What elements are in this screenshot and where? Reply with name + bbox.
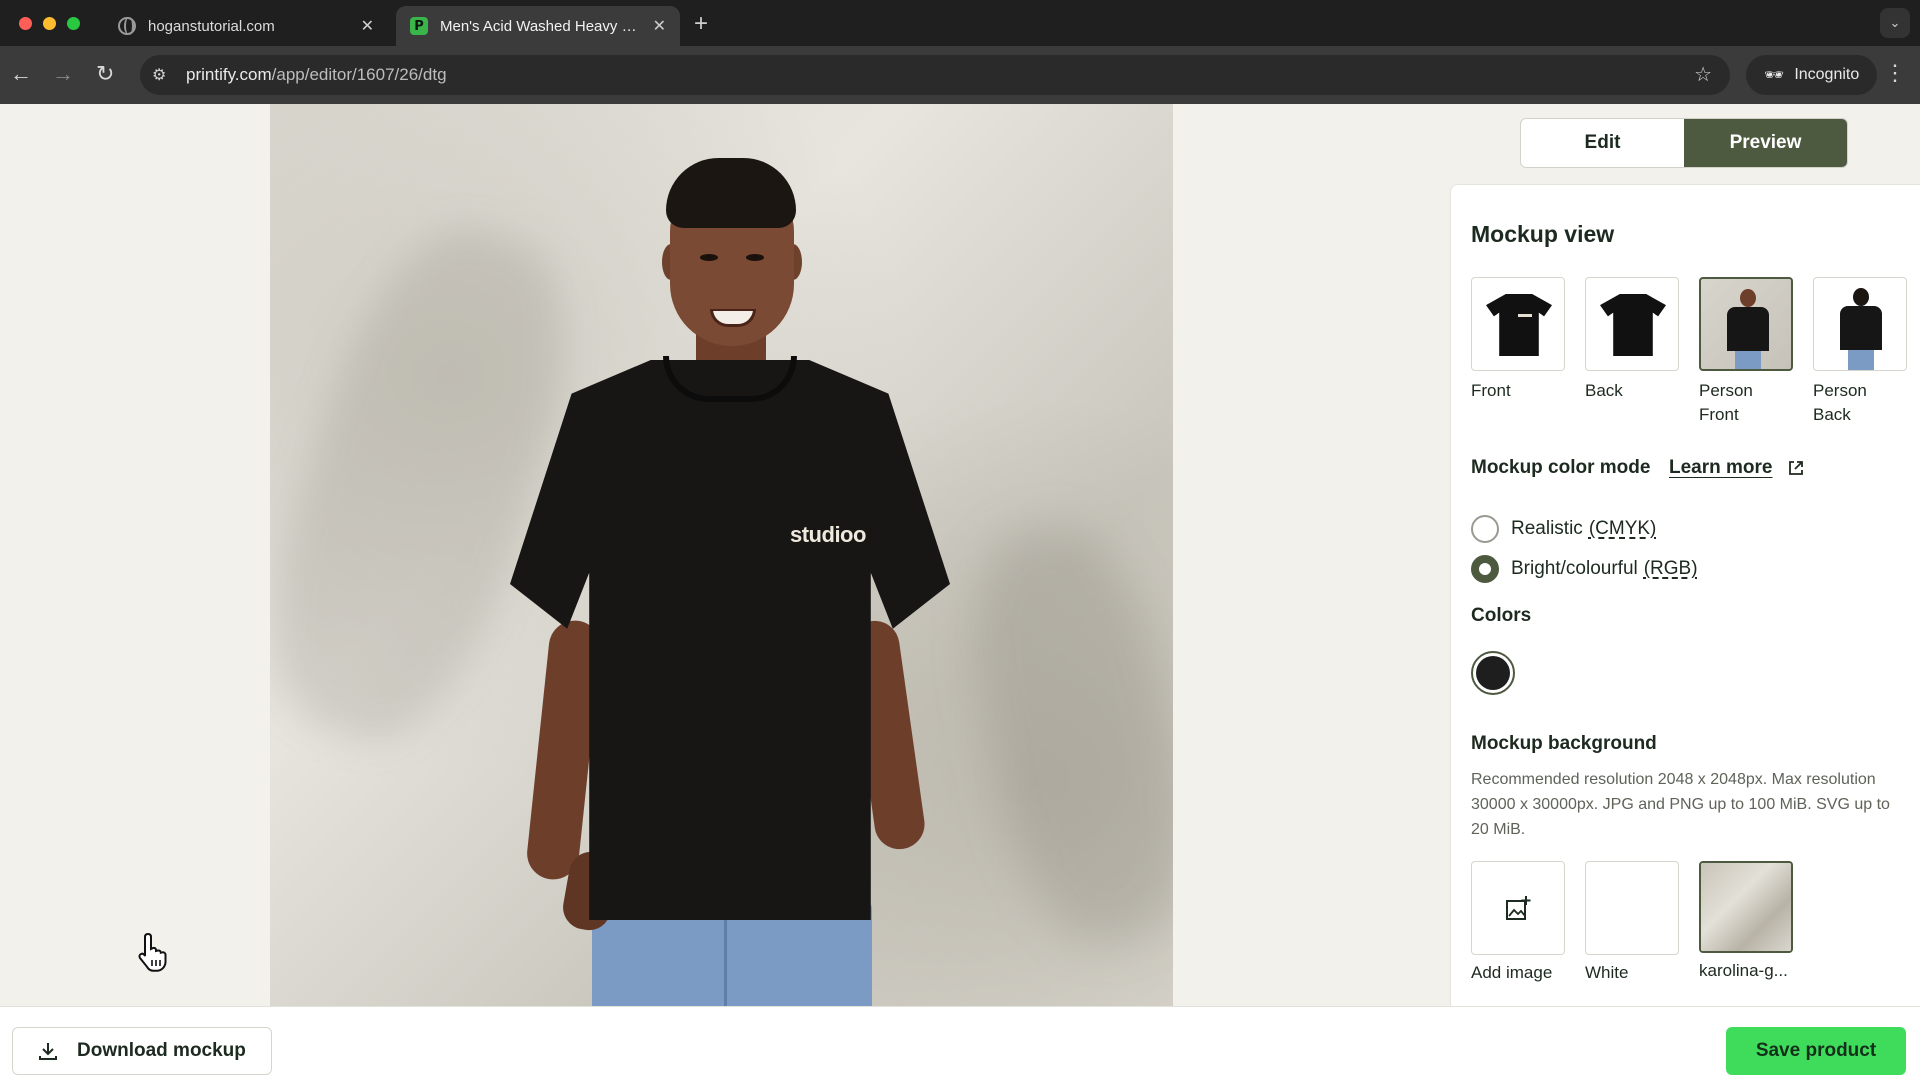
download-label: Download mockup [77, 1040, 246, 1061]
mockup-settings-panel: Mockup view Front Back Person Front Pers… [1450, 184, 1920, 1006]
bookmark-star-icon[interactable]: ☆ [1694, 62, 1712, 87]
add-image-box[interactable] [1471, 861, 1565, 955]
browser-toolbar: ← → ↻ ⚙ printify.com/app/editor/1607/26/… [0, 46, 1920, 104]
address-bar[interactable]: ⚙ printify.com/app/editor/1607/26/dtg ☆ [140, 55, 1730, 95]
browser-menu-icon[interactable]: ⋮ [1884, 60, 1906, 86]
view-label: Person Front [1699, 381, 1753, 424]
view-option-front[interactable]: Front [1471, 277, 1565, 403]
learn-more-link[interactable]: Learn more [1669, 457, 1772, 479]
download-mockup-button[interactable]: Download mockup [12, 1027, 272, 1075]
background-option-photo[interactable]: karolina-g... [1699, 861, 1793, 981]
tab-close-icon[interactable]: ✕ [653, 16, 666, 36]
background-heading: Mockup background [1471, 733, 1657, 754]
view-thumbnail[interactable] [1699, 277, 1793, 371]
option-abbr: (RGB) [1643, 558, 1698, 579]
view-thumbnail[interactable] [1585, 277, 1679, 371]
tab-search-chevron-icon[interactable]: ⌄ [1880, 8, 1910, 38]
mockup-preview-image: studioo [270, 104, 1173, 1006]
download-icon [39, 1043, 57, 1060]
view-option-person-back[interactable]: Person Back [1813, 277, 1907, 427]
person-thumbnail [1727, 289, 1769, 369]
tab-title: hoganstutorial.com [148, 17, 275, 35]
bottom-action-bar: Download mockup Save product [0, 1006, 1920, 1080]
hand-pointer-cursor-icon [138, 932, 167, 972]
reload-icon[interactable]: ↻ [96, 60, 114, 88]
view-option-person-front[interactable]: Person Front [1699, 277, 1793, 427]
photo-background-box[interactable] [1699, 861, 1793, 953]
globe-icon [118, 17, 136, 35]
incognito-icon: 🕶 [1764, 67, 1785, 84]
shirt-thumbnail [1486, 294, 1552, 356]
editor-page: studioo Edit Preview Mockup view Front B… [0, 104, 1920, 1080]
model-hair [666, 158, 796, 228]
mockup-view-options: Front Back Person Front Person Back [1471, 277, 1911, 437]
color-mode-option-rgb[interactable]: Bright/colourful (RGB) [1471, 555, 1698, 583]
view-label: Front [1471, 381, 1511, 400]
background-option-label: Add image [1471, 963, 1553, 982]
radio-button-checked[interactable] [1471, 555, 1499, 583]
thumb-legs [1848, 350, 1874, 370]
view-label: Person Back [1813, 381, 1867, 424]
site-settings-icon[interactable]: ⚙ [152, 65, 176, 85]
printify-favicon-icon: P [410, 17, 428, 35]
thumb-legs [1735, 351, 1761, 369]
preview-tab-button[interactable]: Preview [1684, 119, 1847, 167]
color-mode-option-cmyk[interactable]: Realistic (CMYK) [1471, 515, 1656, 543]
shirt-thumbnail [1600, 294, 1666, 356]
maximize-window-button[interactable] [67, 17, 80, 30]
browser-tab-bar: hoganstutorial.com ✕ P Men's Acid Washed… [0, 0, 1920, 46]
radio-button[interactable] [1471, 515, 1499, 543]
background-option-label: karolina-g... [1699, 961, 1788, 980]
close-window-button[interactable] [19, 17, 32, 30]
background-description: Recommended resolution 2048 x 2048px. Ma… [1471, 771, 1890, 838]
photo-thumbnail [1701, 863, 1791, 951]
person-thumbnail [1840, 288, 1882, 370]
tab-printify-editor[interactable]: P Men's Acid Washed Heavy Oversized Tee … [396, 6, 680, 46]
background-option-add-image[interactable]: Add image [1471, 861, 1565, 983]
forward-arrow-icon[interactable]: → [52, 60, 74, 88]
thumb-head [1740, 289, 1756, 307]
panel-title: Mockup view [1471, 221, 1615, 247]
model-eye [746, 254, 764, 261]
view-label: Back [1585, 381, 1623, 400]
thumb-body [1840, 306, 1882, 350]
external-link-icon[interactable] [1787, 459, 1805, 477]
model-eye [700, 254, 718, 261]
color-swatch-black[interactable] [1471, 651, 1515, 695]
option-abbr: (CMYK) [1588, 518, 1657, 539]
new-tab-plus-icon[interactable]: + [694, 10, 708, 38]
edit-tab-button[interactable]: Edit [1521, 119, 1684, 167]
tab-close-icon[interactable]: ✕ [361, 16, 374, 36]
add-image-icon [1506, 896, 1531, 920]
thumb-head [1853, 288, 1869, 306]
tab-title: Men's Acid Washed Heavy Oversized Tee [440, 17, 645, 35]
white-background-box[interactable] [1585, 861, 1679, 955]
background-options: Add image White karolina-g... [1471, 861, 1911, 991]
shirt-print-text: studioo [790, 522, 866, 547]
minimize-window-button[interactable] [43, 17, 56, 30]
view-thumbnail[interactable] [1813, 277, 1907, 371]
tab-hoganstutorial[interactable]: hoganstutorial.com ✕ [104, 6, 388, 46]
url-text: printify.com/app/editor/1607/26/dtg [186, 65, 447, 84]
incognito-badge[interactable]: 🕶 Incognito [1746, 55, 1878, 95]
background-option-label: White [1585, 963, 1629, 982]
save-product-button[interactable]: Save product [1726, 1027, 1906, 1075]
back-arrow-icon[interactable]: ← [10, 60, 32, 88]
incognito-label: Incognito [1794, 66, 1860, 83]
view-option-back[interactable]: Back [1585, 277, 1679, 403]
thumb-body [1727, 307, 1769, 351]
swatch-fill [1476, 656, 1510, 690]
edit-preview-toggle: Edit Preview [1520, 118, 1848, 168]
background-option-white[interactable]: White [1585, 861, 1679, 983]
logo-mark [1518, 314, 1532, 317]
model-person: studioo [270, 104, 1173, 1006]
option-label: Bright/colourful [1511, 558, 1638, 579]
option-label: Realistic [1511, 518, 1583, 539]
color-mode-heading: Mockup color mode [1471, 457, 1651, 478]
colors-heading: Colors [1471, 605, 1532, 626]
view-thumbnail[interactable] [1471, 277, 1565, 371]
